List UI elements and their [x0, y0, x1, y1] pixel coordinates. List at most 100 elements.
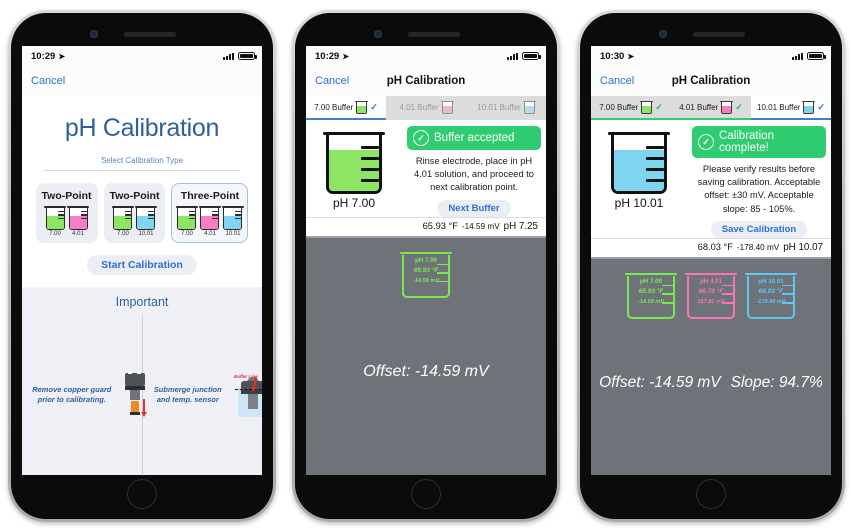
beaker-icon — [355, 100, 369, 114]
summary-beaker: pH 7.00 65.93 °F -14.59 mV — [625, 272, 677, 319]
summary-mv: -14.59 mV — [412, 277, 440, 284]
save-calibration-button[interactable]: Save Calibration — [710, 220, 808, 238]
check-icon: ✓ — [817, 101, 825, 112]
beaker-icon — [221, 206, 244, 230]
buffer-tab-10-01[interactable]: 10.01 Buffer — [466, 96, 546, 118]
instruction-text-3: Please verify results before saving cali… — [697, 164, 821, 214]
buffer-tab-4-01[interactable]: 4.01 Buffer ✓ — [671, 96, 751, 118]
tip-text: Submerge junction and temp. sensor — [153, 384, 222, 404]
location-arrow-icon: ➤ — [342, 51, 350, 61]
home-button[interactable] — [696, 479, 726, 509]
front-camera-icon — [374, 30, 382, 38]
summary-beaker: pH 4.01 66.75 °F 157.83 mV — [685, 272, 737, 319]
earpiece-speaker — [693, 32, 745, 37]
buffer-tab-7-00[interactable]: 7.00 Buffer ✓ — [306, 96, 386, 118]
screenshot-stage: 10:29 ➤ Cancel pH Calibration Select Cal… — [0, 0, 851, 532]
summary-temp: 66.75 °F — [698, 287, 724, 295]
beaker-icon — [440, 100, 454, 114]
home-button[interactable] — [411, 479, 441, 509]
phone-device-2: 10:29 ➤ Cancel pH Calibration 7.00 Buffe… — [292, 10, 560, 522]
beaker-label: 7.00 — [181, 231, 193, 237]
status-banner-text: Buffer accepted — [434, 132, 515, 144]
beaker-icon — [111, 206, 134, 230]
battery-icon — [522, 51, 541, 61]
live-readout-2: 65.93 °F -14.59 mV pH 7.25 — [306, 216, 546, 236]
card-title: Two-Point — [109, 190, 160, 202]
beaker-icon — [198, 206, 221, 230]
next-buffer-button[interactable]: Next Buffer — [437, 199, 511, 217]
cancel-button-1[interactable]: Cancel — [31, 75, 65, 87]
select-calibration-type-label: Select Calibration Type — [100, 156, 184, 165]
check-icon: ✓ — [735, 101, 743, 112]
card-title: Three-Point — [180, 190, 240, 202]
offset-result: Offset: -14.59 mV — [599, 373, 721, 391]
status-bar-1: 10:29 ➤ — [22, 46, 262, 66]
summary-beakers-2: pH 7.00 65.93 °F -14.59 mV — [400, 251, 452, 298]
buffer-tab-label: 10.01 Buffer — [477, 102, 521, 112]
tip-remove-copper-guard: Remove copper guard prior to calibrating… — [22, 315, 147, 475]
beaker-item: 7.00 — [111, 206, 134, 237]
summary-ph: pH 7.00 — [414, 256, 437, 264]
beaker-icon — [323, 132, 385, 194]
buffer-tab-7-00[interactable]: 7.00 Buffer ✓ — [591, 96, 671, 118]
beaker-item: 4.01 — [67, 206, 90, 237]
buffer-tab-label: 10.01 Buffer — [757, 102, 801, 112]
battery-icon — [238, 51, 257, 61]
buffer-tabs-3: 7.00 Buffer ✓ 4.01 Buffer ✓ 10.01 Buffer… — [591, 96, 831, 118]
buffer-tab-4-01[interactable]: 4.01 Buffer — [386, 96, 466, 118]
probe-submerge-icon: Buffer Line — [233, 373, 262, 417]
beaker-label: 4.01 — [204, 231, 216, 237]
nav-bar-2: Cancel pH Calibration — [306, 66, 546, 96]
phone-2-screen: 10:29 ➤ Cancel pH Calibration 7.00 Buffe… — [306, 46, 546, 475]
ph-reading: pH 7.25 — [503, 220, 538, 232]
beaker-label: 10.01 — [225, 231, 241, 237]
millivolt-reading: -14.59 mV — [461, 221, 500, 231]
status-bar-3: 10:30 ➤ — [591, 46, 831, 66]
summary-beaker: pH 7.00 65.93 °F -14.59 mV — [400, 251, 452, 298]
beaker-icon — [44, 206, 67, 230]
summary-mv: -178.40 mV — [756, 298, 786, 305]
buffer-tab-label: 7.00 Buffer — [599, 102, 639, 112]
buffer-tab-label: 7.00 Buffer — [314, 102, 354, 112]
start-calibration-button[interactable]: Start Calibration — [87, 255, 197, 275]
beaker-item: 10.01 — [221, 206, 244, 237]
beaker-icon — [720, 100, 734, 114]
results-pane-3: pH 7.00 65.93 °F -14.59 mV pH 4.01 66.75… — [591, 256, 831, 475]
buffer-tabs-2: 7.00 Buffer ✓ 4.01 Buffer 10.01 Buffer — [306, 96, 546, 118]
phone-1-screen: 10:29 ➤ Cancel pH Calibration Select Cal… — [22, 46, 262, 475]
slope-result: Slope: 94.7% — [730, 373, 823, 391]
current-buffer-display-3: pH 10.01 — [591, 126, 687, 238]
beaker-icon — [640, 100, 654, 114]
important-heading: Important — [115, 295, 169, 309]
beaker-icon — [522, 100, 536, 114]
calibration-card-two-point-7-10[interactable]: Two-Point 7.00 10.01 — [103, 183, 166, 243]
phone-device-1: 10:29 ➤ Cancel pH Calibration Select Cal… — [8, 10, 276, 522]
card-beakers: 7.00 4.01 — [175, 206, 244, 237]
beaker-item: 10.01 — [134, 206, 157, 237]
instruction-pane-2: ✓ Buffer accepted Rinse electrode, place… — [402, 126, 546, 217]
beaker-icon — [608, 132, 670, 194]
status-banner-text: Calibration complete! — [719, 130, 774, 154]
summary-temp: 65.93 °F — [638, 287, 664, 295]
current-buffer-label: pH 7.00 — [332, 196, 376, 210]
earpiece-speaker — [408, 32, 460, 37]
summary-temp: 65.93 °F — [413, 266, 439, 274]
beaker-item: 7.00 — [175, 206, 198, 237]
live-readout-3: 68.03 °F -178.40 mV pH 10.07 — [591, 237, 831, 257]
beaker-label: 7.00 — [117, 231, 129, 237]
calibration-card-two-point-7-4[interactable]: Two-Point 7.00 4.01 — [35, 183, 98, 243]
summary-temp: 68.03 °F — [758, 287, 784, 295]
calibration-card-three-point[interactable]: Three-Point 7.00 4.01 10.01 — [171, 183, 249, 243]
signal-bars-icon — [507, 52, 518, 60]
temperature-reading: 68.03 °F — [697, 242, 733, 253]
status-left-3: 10:30 ➤ — [600, 51, 634, 62]
battery-icon — [807, 51, 826, 61]
beaker-icon — [802, 100, 816, 114]
beaker-label: 4.01 — [72, 231, 84, 237]
phone-3-bezel: 10:30 ➤ Cancel pH Calibration 7.00 Buffe… — [580, 13, 842, 519]
home-button[interactable] — [127, 479, 157, 509]
status-banner-2: ✓ Buffer accepted — [407, 126, 541, 150]
temperature-reading: 65.93 °F — [422, 221, 458, 232]
buffer-tab-10-01[interactable]: 10.01 Buffer ✓ — [751, 96, 831, 118]
buffer-tab-label: 4.01 Buffer — [679, 102, 719, 112]
